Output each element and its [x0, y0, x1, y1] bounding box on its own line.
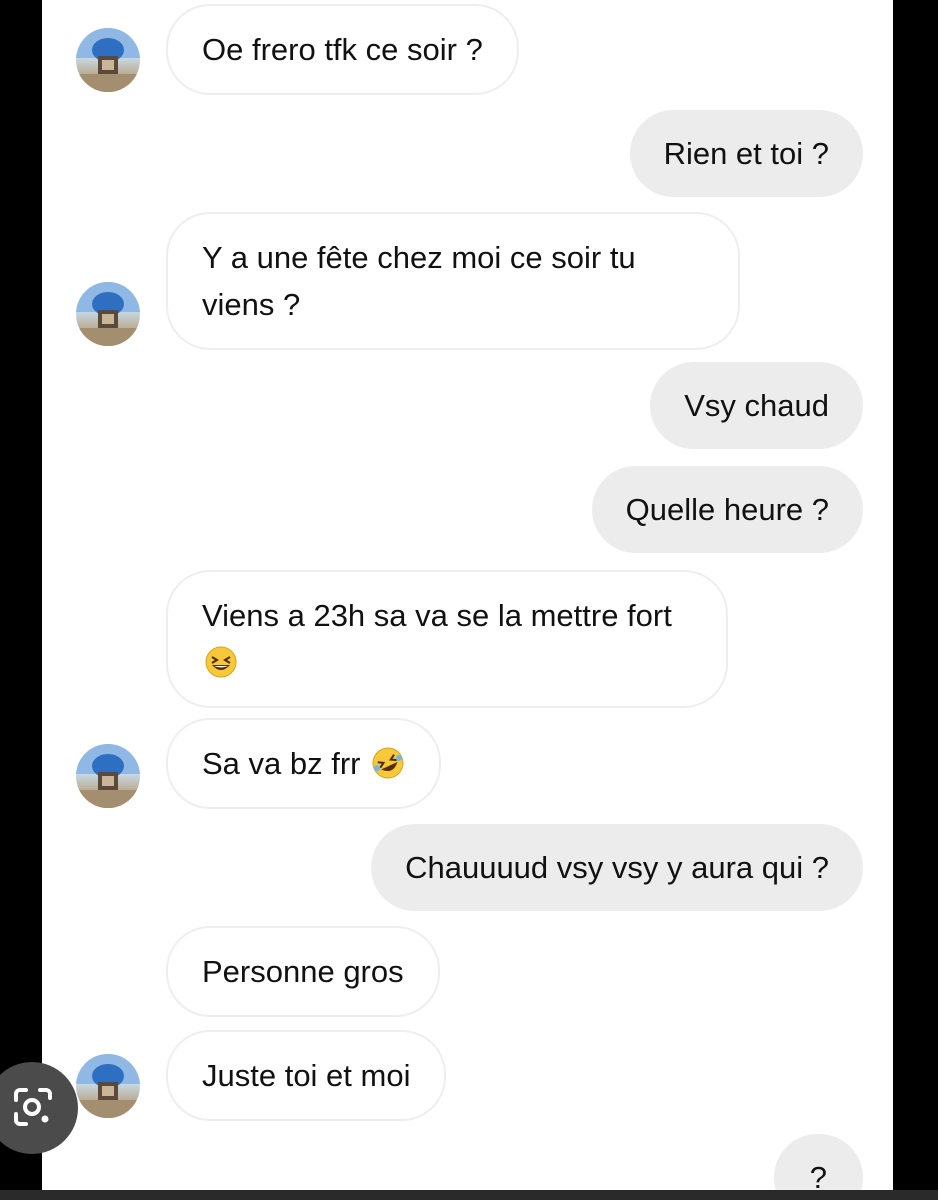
- rolling-on-the-floor-laughing-emoji-icon: [371, 746, 405, 780]
- message-text: Viens a 23h sa va se la mettre fort: [202, 598, 672, 633]
- contact-avatar[interactable]: [76, 1054, 140, 1118]
- bottom-edge: [0, 1190, 938, 1200]
- sent-message[interactable]: Chauuuud vsy vsy y aura qui ?: [371, 824, 863, 911]
- sent-message[interactable]: Rien et toi ?: [629, 110, 863, 197]
- message-text: Sa va bz frr: [202, 746, 361, 781]
- sent-message[interactable]: Quelle heure ?: [591, 466, 863, 553]
- contact-avatar[interactable]: [76, 744, 140, 808]
- contact-avatar[interactable]: [76, 28, 140, 92]
- contact-avatar[interactable]: [76, 282, 140, 346]
- received-message[interactable]: Oe frero tfk ce soir ?: [166, 4, 519, 95]
- received-message[interactable]: Viens a 23h sa va se la mettre fort: [166, 570, 728, 708]
- received-message[interactable]: Juste toi et moi: [166, 1030, 447, 1121]
- sent-message[interactable]: ?: [773, 1134, 863, 1190]
- received-message[interactable]: Personne gros: [166, 926, 440, 1017]
- sent-message[interactable]: Vsy chaud: [650, 362, 863, 449]
- received-message[interactable]: Sa va bz frr: [166, 718, 442, 809]
- lens-search-icon: [14, 1088, 52, 1126]
- grinning-squinting-face-emoji-icon: [204, 645, 238, 679]
- chat-screen: Oe frero tfk ce soir ? Rien et toi ? Y a…: [42, 0, 893, 1190]
- received-message[interactable]: Y a une fête chez moi ce soir tu viens ?: [166, 212, 740, 350]
